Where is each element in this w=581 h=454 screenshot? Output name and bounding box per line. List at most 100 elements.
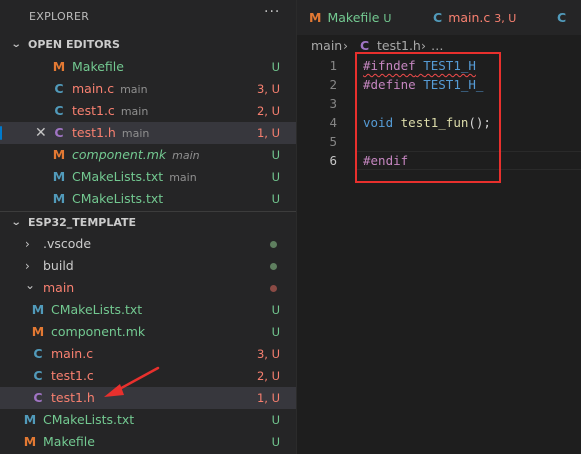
file-folder: main <box>120 105 149 118</box>
line-number: 5 <box>329 134 337 149</box>
line-number: 4 <box>329 115 337 130</box>
open-editor-item-active[interactable]: ✕ C test1.h main 1, U <box>0 122 296 144</box>
file-name: CMakeLists.txt <box>43 412 135 427</box>
line-number: 3 <box>329 96 337 111</box>
file-folder: main <box>120 83 148 96</box>
file-name: Makefile <box>43 434 95 449</box>
c-file-icon: C <box>433 10 443 25</box>
c-file-icon: C <box>33 368 43 383</box>
file-item[interactable]: M component.mk U <box>0 321 296 343</box>
git-status: U <box>271 435 280 449</box>
open-editor-item[interactable]: M CMakeLists.txt U <box>0 188 296 210</box>
open-editors-header[interactable]: ⌄ OPEN EDITORS <box>0 34 296 56</box>
file-item[interactable]: M CMakeLists.txt U <box>0 409 296 431</box>
c-file-icon: C <box>33 346 43 361</box>
file-name: CMakeLists.txt <box>51 302 143 317</box>
file-name: CMakeLists.txt <box>72 191 164 206</box>
git-dot <box>270 285 277 292</box>
file-name: component.mk <box>72 147 167 162</box>
annotation-highlight-box <box>355 52 501 183</box>
tab-label: Makefile <box>327 10 380 25</box>
git-status: 2, U <box>256 104 280 118</box>
tab-main-c[interactable]: Cmain.c 3, U <box>433 0 516 35</box>
file-item[interactable]: M Makefile U <box>0 431 296 453</box>
project-title: ESP32_TEMPLATE <box>28 216 137 229</box>
tab-status: 3, U <box>494 12 517 25</box>
c-header-file-icon: C <box>33 390 43 405</box>
close-icon[interactable]: ✕ <box>35 122 47 144</box>
line-number: 1 <box>329 58 337 73</box>
folder-name: build <box>43 258 74 273</box>
git-status: 1, U <box>256 126 280 140</box>
file-name: test1.h <box>72 125 116 140</box>
sidebar-border <box>296 0 297 454</box>
file-name: main.c <box>51 346 94 361</box>
git-status: U <box>271 325 280 339</box>
git-status: 3, U <box>256 82 280 96</box>
line-number: 2 <box>329 77 337 92</box>
explorer-sidebar: EXPLORER ··· ⌄ OPEN EDITORS M Makefile U… <box>0 0 296 454</box>
makefile-icon: M <box>52 147 66 162</box>
file-name: Makefile <box>72 59 124 74</box>
chevron-down-icon: ⌄ <box>10 217 22 228</box>
c-header-file-icon: C <box>54 125 64 140</box>
file-name: main.c <box>72 81 115 96</box>
breadcrumb-separator: › <box>343 38 348 53</box>
tab-label: main.c <box>448 10 491 25</box>
active-indicator <box>0 126 2 140</box>
file-name: component.mk <box>51 324 146 339</box>
open-editor-item[interactable]: M component.mk main U <box>0 144 296 166</box>
explorer-title: EXPLORER <box>29 10 90 23</box>
c-file-icon: C <box>557 10 567 25</box>
folder-item[interactable]: › .vscode <box>0 233 296 255</box>
open-editor-item[interactable]: M CMakeLists.txt main U <box>0 166 296 188</box>
makefile-icon: M <box>309 10 322 25</box>
chevron-down-icon: ⌄ <box>25 278 36 292</box>
editor-tabs: M Makefile U Cmain.c 3, U C <box>297 0 581 35</box>
folder-item[interactable]: › build <box>0 255 296 277</box>
git-status: 2, U <box>256 369 280 383</box>
folder-name: .vscode <box>43 236 92 251</box>
file-name: test1.c <box>72 103 115 118</box>
git-status: 3, U <box>256 347 280 361</box>
git-status: U <box>271 413 280 427</box>
open-editor-item[interactable]: M Makefile U <box>0 56 296 78</box>
folder-item[interactable]: ⌄ main <box>0 277 296 299</box>
cmake-file-icon: M <box>52 169 66 184</box>
makefile-icon: M <box>31 324 45 339</box>
file-item[interactable]: M CMakeLists.txt U <box>0 299 296 321</box>
breadcrumb-folder[interactable]: main <box>311 35 342 57</box>
git-dot <box>270 241 277 248</box>
file-folder: main <box>172 149 200 162</box>
file-name: test1.h <box>51 390 95 405</box>
cmake-file-icon: M <box>31 302 45 317</box>
tab-overflow[interactable]: C <box>557 0 572 35</box>
cmake-file-icon: M <box>23 412 37 427</box>
annotation-arrow-icon <box>104 366 160 397</box>
git-status: U <box>271 148 280 162</box>
git-status: U <box>271 192 280 206</box>
open-editors-title: OPEN EDITORS <box>28 38 120 51</box>
open-editor-item[interactable]: C test1.c main 2, U <box>0 100 296 122</box>
tab-makefile[interactable]: M Makefile U <box>309 0 391 35</box>
chevron-down-icon: ⌄ <box>10 39 22 50</box>
more-actions-icon[interactable]: ··· <box>264 4 280 20</box>
project-header[interactable]: ⌄ ESP32_TEMPLATE <box>0 211 296 233</box>
git-status: 1, U <box>256 391 280 405</box>
folder-name: main <box>43 280 75 295</box>
git-dot <box>270 263 277 270</box>
file-name: test1.c <box>51 368 94 383</box>
chevron-right-icon: › <box>25 237 30 251</box>
line-number: 6 <box>329 153 337 168</box>
tab-status: U <box>383 12 392 25</box>
makefile-icon: M <box>23 434 37 449</box>
cmake-file-icon: M <box>52 191 66 206</box>
open-editor-item[interactable]: C main.c main 3, U <box>0 78 296 100</box>
file-name: CMakeLists.txt <box>72 169 164 184</box>
git-status: U <box>271 60 280 74</box>
file-folder: main <box>169 171 197 184</box>
git-status: U <box>271 303 280 317</box>
c-file-icon: C <box>54 103 64 118</box>
c-file-icon: C <box>54 81 64 96</box>
makefile-icon: M <box>52 59 66 74</box>
